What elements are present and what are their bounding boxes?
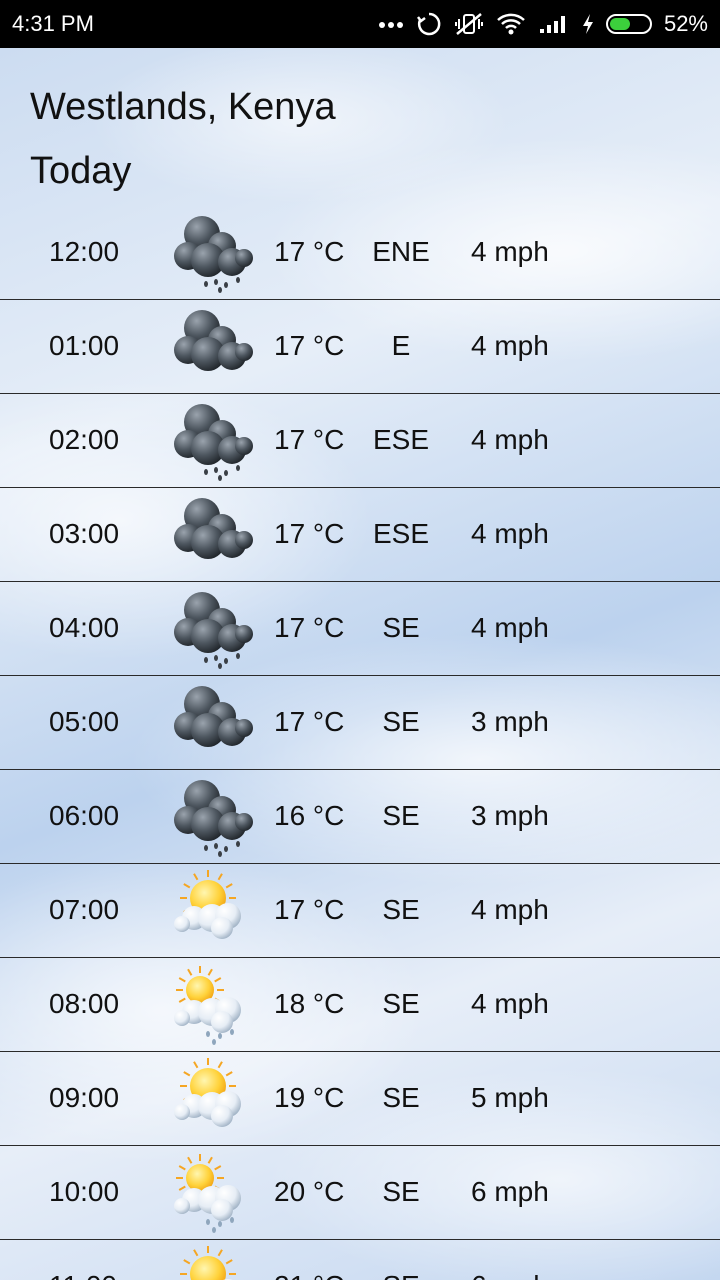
battery-percent: 52% <box>663 11 708 36</box>
battery-icon <box>605 14 652 34</box>
cloudy-icon <box>168 492 258 576</box>
cloudy-rain-icon <box>168 398 258 482</box>
forecast-wind-speed: 4 mph <box>471 518 549 549</box>
forecast-temperature: 17 °C <box>274 424 345 455</box>
forecast-wind-speed: 6 mph <box>471 1176 549 1207</box>
vibrate-off-icon <box>454 11 484 37</box>
battery-fill <box>609 18 630 30</box>
forecast-temperature: 17 °C <box>274 236 345 267</box>
day-heading: Today <box>30 150 132 192</box>
cloudy-rain-icon <box>168 774 258 858</box>
forecast-wind-direction: ESE <box>372 424 430 455</box>
forecast-time: 01:00 <box>49 330 120 361</box>
forecast-list[interactable]: 12:00 17 °C ENE 4 mph 01:00 17 °C E 4 mph 02:00 1… <box>0 206 720 1280</box>
forecast-row[interactable]: 06:00 16 °C SE 3 mph <box>0 770 720 864</box>
forecast-row[interactable]: 11:00 21 °C SE 6 mph <box>0 1240 720 1280</box>
cloudy-icon <box>168 304 258 388</box>
forecast-temperature: 20 °C <box>274 1176 345 1207</box>
forecast-wind-direction: SE <box>382 612 420 643</box>
forecast-wind-direction: SE <box>360 1270 442 1280</box>
forecast-temperature: 17 °C <box>274 612 345 643</box>
forecast-wind-speed: 4 mph <box>471 612 549 643</box>
forecast-wind-direction: SE <box>382 1082 420 1113</box>
partly-sunny-icon <box>168 1056 258 1140</box>
forecast-temperature: 17 °C <box>274 706 345 737</box>
forecast-temperature: 19 °C <box>274 1082 345 1113</box>
forecast-wind-direction: ESE <box>372 518 430 549</box>
sync-icon <box>416 11 442 37</box>
sun-shower-icon <box>168 962 258 1046</box>
forecast-temperature: 18 °C <box>274 988 345 1019</box>
more-dots-icon <box>378 19 404 29</box>
forecast-time: 12:00 <box>49 236 120 267</box>
cloudy-rain-icon <box>168 210 258 294</box>
forecast-wind-speed: 5 mph <box>471 1082 549 1113</box>
forecast-row[interactable]: 02:00 17 °C ESE 4 mph <box>0 394 720 488</box>
cloudy-icon <box>168 680 258 764</box>
forecast-row[interactable]: 05:00 17 °C SE 3 mph <box>0 676 720 770</box>
forecast-time: 09:00 <box>49 1082 120 1113</box>
forecast-time: 11:00 <box>49 1270 117 1280</box>
forecast-wind-direction: ENE <box>372 236 430 267</box>
forecast-wind-speed: 3 mph <box>471 706 549 737</box>
forecast-time: 03:00 <box>49 518 120 549</box>
wifi-icon <box>496 12 526 36</box>
forecast-time: 02:00 <box>49 424 120 455</box>
forecast-wind-direction: SE <box>382 706 420 737</box>
forecast-row[interactable]: 01:00 17 °C E 4 mph <box>0 300 720 394</box>
partly-sunny-icon <box>168 1244 258 1280</box>
forecast-row[interactable]: 09:00 19 °C SE 5 mph <box>0 1052 720 1146</box>
forecast-temperature: 17 °C <box>274 330 345 361</box>
sun-shower-icon <box>168 1150 258 1234</box>
forecast-time: 06:00 <box>49 800 120 831</box>
forecast-wind-direction: SE <box>382 894 420 925</box>
forecast-wind-direction: SE <box>382 800 420 831</box>
forecast-wind-speed: 6 mph <box>471 1270 549 1280</box>
forecast-row[interactable]: 10:00 20 °C SE 6 mph <box>0 1146 720 1240</box>
status-bar: 4:31 PM 52% <box>0 0 720 48</box>
status-icons: 52% <box>378 11 708 37</box>
forecast-time: 07:00 <box>49 894 120 925</box>
forecast-wind-direction: E <box>391 330 411 361</box>
forecast-row[interactable]: 08:00 18 °C SE 4 mph <box>0 958 720 1052</box>
forecast-row[interactable]: 04:00 17 °C SE 4 mph <box>0 582 720 676</box>
partly-sunny-icon <box>168 868 258 952</box>
cloudy-rain-icon <box>168 586 258 670</box>
forecast-wind-speed: 4 mph <box>471 988 549 1019</box>
forecast-time: 10:00 <box>49 1176 120 1207</box>
forecast-time: 08:00 <box>49 988 120 1019</box>
forecast-temperature: 17 °C <box>274 894 345 925</box>
forecast-temperature: 21 °C <box>274 1270 344 1280</box>
forecast-wind-direction: SE <box>382 988 420 1019</box>
forecast-row[interactable]: 12:00 17 °C ENE 4 mph <box>0 206 720 300</box>
forecast-wind-speed: 4 mph <box>471 330 549 361</box>
forecast-wind-speed: 4 mph <box>471 236 549 267</box>
forecast-row[interactable]: 03:00 17 °C ESE 4 mph <box>0 488 720 582</box>
forecast-wind-speed: 4 mph <box>471 424 549 455</box>
forecast-temperature: 17 °C <box>274 518 345 549</box>
forecast-wind-speed: 3 mph <box>471 800 549 831</box>
location-title: Westlands, Kenya <box>30 86 336 128</box>
signal-icon <box>538 13 570 35</box>
status-time: 4:31 PM <box>12 11 94 36</box>
forecast-wind-speed: 4 mph <box>471 894 549 925</box>
forecast-time: 04:00 <box>49 612 120 643</box>
forecast-temperature: 16 °C <box>274 800 345 831</box>
charging-bolt-icon <box>582 13 594 35</box>
forecast-wind-direction: SE <box>382 1176 420 1207</box>
forecast-time: 05:00 <box>49 706 120 737</box>
forecast-row[interactable]: 07:00 17 °C SE 4 mph <box>0 864 720 958</box>
